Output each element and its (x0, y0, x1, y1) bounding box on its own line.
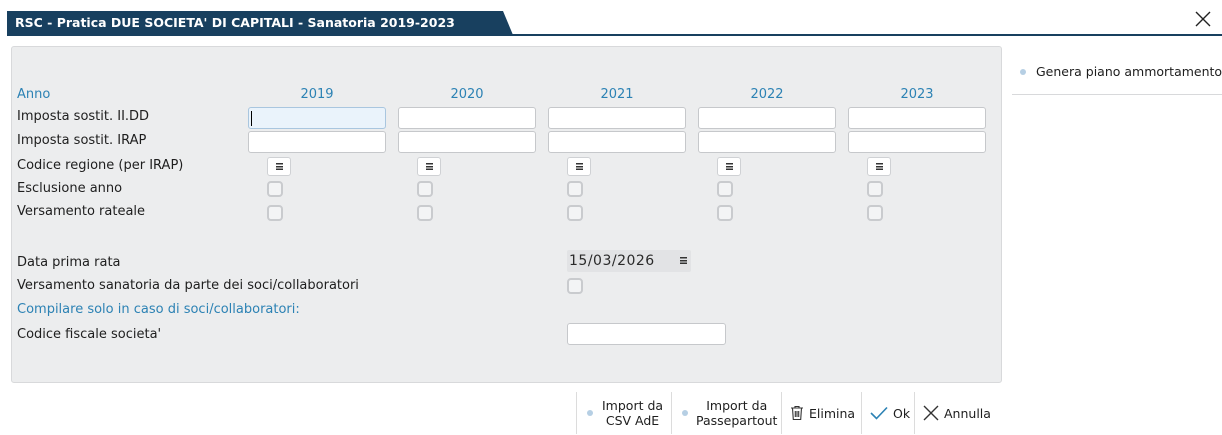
codice-fiscale-label: Codice fiscale societa' (17, 327, 162, 342)
import-csv-line1: Import da (602, 398, 664, 413)
calendar-menu-icon[interactable] (680, 257, 687, 264)
imposta-irap-2022-input[interactable] (698, 131, 836, 153)
menu-icon (575, 163, 583, 170)
codice-regione-label: Codice regione (per IRAP) (17, 158, 184, 173)
codice-regione-2021-select[interactable] (567, 157, 591, 176)
data-prima-rata-value: 15/03/2026 (569, 253, 655, 269)
rateale-2022-checkbox[interactable] (717, 205, 733, 221)
bullet-icon (682, 410, 688, 416)
esclusione-2019-checkbox[interactable] (267, 181, 283, 197)
year-header-2020: 2020 (450, 87, 484, 102)
ok-label: Ok (893, 405, 911, 421)
rateale-2021-checkbox[interactable] (567, 205, 583, 221)
imposta-irap-2019-input[interactable] (248, 131, 386, 153)
title-underline (7, 34, 1222, 36)
elimina-label: Elimina (809, 405, 856, 421)
rateale-2023-checkbox[interactable] (867, 205, 883, 221)
imposta-iidd-2021-input[interactable] (548, 107, 686, 129)
import-csv-line2: CSV AdE (605, 413, 660, 428)
esclusione-2023-checkbox[interactable] (867, 181, 883, 197)
annulla-label: Annulla (944, 405, 991, 421)
data-prima-rata-label: Data prima rata (17, 255, 121, 270)
text-caret (251, 111, 252, 126)
import-passepartout-button[interactable]: Import da Passepartout (671, 392, 781, 434)
year-header-2021: 2021 (600, 87, 634, 102)
side-actions: Genera piano ammortamento (1012, 50, 1222, 95)
imposta-irap-label: Imposta sostit. IRAP (17, 133, 147, 148)
imposta-iidd-2020-input[interactable] (398, 107, 536, 129)
import-csv-button[interactable]: Import da CSV AdE (576, 392, 671, 434)
esclusione-2021-checkbox[interactable] (567, 181, 583, 197)
genera-piano-label: Genera piano ammortamento (1036, 64, 1222, 79)
versamento-rateale-label: Versamento rateale (17, 204, 146, 219)
esclusione-2020-checkbox[interactable] (417, 181, 433, 197)
esclusione-anno-label: Esclusione anno (17, 181, 123, 196)
codice-regione-2019-select[interactable] (267, 157, 291, 176)
versamento-soci-label: Versamento sanatoria da parte dei soci/c… (17, 278, 359, 293)
versamento-soci-checkbox[interactable] (567, 278, 583, 294)
trash-icon (790, 405, 804, 421)
rateale-2020-checkbox[interactable] (417, 205, 433, 221)
bullet-icon (1020, 68, 1026, 75)
year-header-2023: 2023 (900, 87, 934, 102)
ok-button[interactable]: Ok (861, 392, 914, 434)
compilare-note: Compilare solo in caso di soci/collabora… (17, 302, 300, 317)
imposta-iidd-2023-input[interactable] (848, 107, 986, 129)
elimina-button[interactable]: Elimina (781, 392, 861, 434)
menu-icon (425, 163, 433, 170)
imposta-irap-2020-input[interactable] (398, 131, 536, 153)
form-panel: Anno 2019 2020 2021 2022 2023 Imposta so… (11, 46, 1002, 383)
bullet-icon (587, 410, 593, 416)
title-bar: RSC - Pratica DUE SOCIETA' DI CAPITALI -… (0, 0, 1222, 38)
genera-piano-button[interactable]: Genera piano ammortamento (1020, 64, 1222, 79)
check-icon (870, 406, 888, 420)
codice-fiscale-input[interactable] (567, 323, 726, 345)
year-header-2019: 2019 (300, 87, 334, 102)
imposta-iidd-2019-input[interactable] (248, 107, 386, 129)
close-icon (1195, 11, 1211, 27)
import-passepartout-line2: Passepartout (696, 413, 778, 428)
imposta-irap-2023-input[interactable] (848, 131, 986, 153)
anno-label: Anno (17, 87, 51, 102)
import-passepartout-line1: Import da (706, 398, 768, 413)
codice-regione-2022-select[interactable] (717, 157, 741, 176)
annulla-button[interactable]: Annulla (914, 392, 1008, 434)
close-icon (923, 405, 939, 421)
data-prima-rata-field[interactable]: 15/03/2026 (567, 250, 691, 272)
close-window-button[interactable] (1192, 8, 1214, 30)
year-header-2022: 2022 (750, 87, 784, 102)
imposta-iidd-2022-input[interactable] (698, 107, 836, 129)
menu-icon (725, 163, 733, 170)
codice-regione-2023-select[interactable] (867, 157, 891, 176)
imposta-irap-2021-input[interactable] (548, 131, 686, 153)
menu-icon (275, 163, 283, 170)
menu-icon (875, 163, 883, 170)
rateale-2019-checkbox[interactable] (267, 205, 283, 221)
codice-regione-2020-select[interactable] (417, 157, 441, 176)
imposta-iidd-label: Imposta sostit. II.DD (17, 109, 150, 124)
esclusione-2022-checkbox[interactable] (717, 181, 733, 197)
window-title: RSC - Pratica DUE SOCIETA' DI CAPITALI -… (7, 11, 513, 35)
